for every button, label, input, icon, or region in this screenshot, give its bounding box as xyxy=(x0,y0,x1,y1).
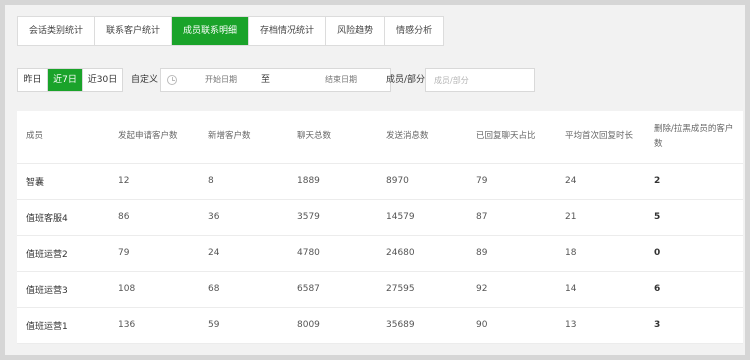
tab-session-category-stats[interactable]: 会话类别统计 xyxy=(18,17,96,45)
end-date-input[interactable] xyxy=(301,69,381,91)
cell-avg-first-reply: 21 xyxy=(556,199,645,236)
tab-archive-stats[interactable]: 存档情况统计 xyxy=(249,17,327,45)
cell-reply-ratio: 79 xyxy=(467,163,556,200)
cell-avg-first-reply: 14 xyxy=(556,271,645,308)
cell-applications: 108 xyxy=(109,271,199,308)
cell-deleted-blocked: 6 xyxy=(645,271,743,308)
cell-applications: 79 xyxy=(109,235,199,272)
yesterday-button[interactable]: 昨日 xyxy=(18,69,48,91)
cell-new-customers: 8 xyxy=(199,163,288,200)
member-filter-input[interactable] xyxy=(425,68,535,92)
tab-risk-trend[interactable]: 风险趋势 xyxy=(326,17,386,45)
window-frame: 会话类别统计 联系客户统计 成员联系明细 存档情况统计 风险趋势 情感分析 昨日… xyxy=(0,0,750,360)
column-header-member[interactable]: 成员 xyxy=(17,111,109,164)
filter-bar: 昨日 近7日 近30日 自定义 至 成员/部分 xyxy=(17,68,743,94)
cell-member: 智囊 xyxy=(17,163,109,200)
cell-messages-sent: 35689 xyxy=(377,307,467,344)
column-header-deleted-blocked[interactable]: 删除/拉黑成员的客户数 xyxy=(645,111,743,164)
cell-deleted-blocked: 3 xyxy=(645,307,743,344)
cell-deleted-blocked: 5 xyxy=(645,199,743,236)
cell-reply-ratio: 89 xyxy=(467,235,556,272)
cell-applications: 136 xyxy=(109,307,199,344)
tab-sentiment-analysis[interactable]: 情感分析 xyxy=(385,17,444,45)
cell-messages-sent: 8970 xyxy=(377,163,467,200)
cell-deleted-blocked: 0 xyxy=(645,235,743,272)
tab-member-contact-detail[interactable]: 成员联系明细 xyxy=(172,17,250,45)
cell-applications: 12 xyxy=(109,163,199,200)
date-range-picker[interactable]: 至 xyxy=(160,68,391,92)
column-header-reply-ratio[interactable]: 已回复聊天占比 xyxy=(467,111,556,164)
clock-icon xyxy=(167,75,177,85)
cell-member: 值班运营3 xyxy=(17,271,109,308)
column-header-total-chats[interactable]: 聊天总数 xyxy=(288,111,377,164)
custom-range-label: 自定义 xyxy=(131,75,159,85)
column-header-new-customers[interactable]: 新增客户数 xyxy=(199,111,288,164)
cell-avg-first-reply: 13 xyxy=(556,307,645,344)
cell-total-chats: 6587 xyxy=(288,271,377,308)
cell-reply-ratio: 87 xyxy=(467,199,556,236)
last-30-days-button[interactable]: 近30日 xyxy=(83,69,122,91)
start-date-input[interactable] xyxy=(181,69,261,91)
cell-new-customers: 24 xyxy=(199,235,288,272)
cell-messages-sent: 24680 xyxy=(377,235,467,272)
table-row[interactable]: 值班运营2 79 24 4780 24680 89 18 0 xyxy=(17,235,743,272)
column-header-avg-first-reply[interactable]: 平均首次回复时长 xyxy=(556,111,645,164)
date-range-separator: 至 xyxy=(261,75,271,85)
table-header-row: 成员 发起申请客户数 新增客户数 聊天总数 发送消息数 已回复聊天占比 平均首次… xyxy=(17,111,743,164)
cell-avg-first-reply: 24 xyxy=(556,163,645,200)
cell-new-customers: 68 xyxy=(199,271,288,308)
column-header-applications[interactable]: 发起申请客户数 xyxy=(109,111,199,164)
table-row[interactable]: 值班运营3 108 68 6587 27595 92 14 6 xyxy=(17,271,743,308)
cell-member: 值班客服4 xyxy=(17,199,109,236)
table-row[interactable]: 值班客服4 86 36 3579 14579 87 21 5 xyxy=(17,199,743,236)
cell-total-chats: 8009 xyxy=(288,307,377,344)
cell-member: 值班运营1 xyxy=(17,307,109,344)
cell-member: 值班运营2 xyxy=(17,235,109,272)
cell-reply-ratio: 92 xyxy=(467,271,556,308)
date-range-toggle: 昨日 近7日 近30日 xyxy=(17,68,123,92)
tab-contact-customer-stats[interactable]: 联系客户统计 xyxy=(95,17,173,45)
cell-deleted-blocked: 2 xyxy=(645,163,743,200)
cell-messages-sent: 27595 xyxy=(377,271,467,308)
table-row[interactable]: 值班运营1 136 59 8009 35689 90 13 3 xyxy=(17,307,743,344)
cell-applications: 86 xyxy=(109,199,199,236)
tab-bar: 会话类别统计 联系客户统计 成员联系明细 存档情况统计 风险趋势 情感分析 xyxy=(17,16,445,46)
cell-new-customers: 59 xyxy=(199,307,288,344)
member-contact-table: 成员 发起申请客户数 新增客户数 聊天总数 发送消息数 已回复聊天占比 平均首次… xyxy=(17,111,743,344)
table-row[interactable]: 智囊 12 8 1889 8970 79 24 2 xyxy=(17,163,743,200)
cell-total-chats: 3579 xyxy=(288,199,377,236)
cell-total-chats: 1889 xyxy=(288,163,377,200)
column-header-messages-sent[interactable]: 发送消息数 xyxy=(377,111,467,164)
cell-new-customers: 36 xyxy=(199,199,288,236)
cell-reply-ratio: 90 xyxy=(467,307,556,344)
last-7-days-button[interactable]: 近7日 xyxy=(48,69,83,91)
cell-messages-sent: 14579 xyxy=(377,199,467,236)
member-filter-label: 成员/部分 xyxy=(386,75,426,85)
cell-total-chats: 4780 xyxy=(288,235,377,272)
cell-avg-first-reply: 18 xyxy=(556,235,645,272)
